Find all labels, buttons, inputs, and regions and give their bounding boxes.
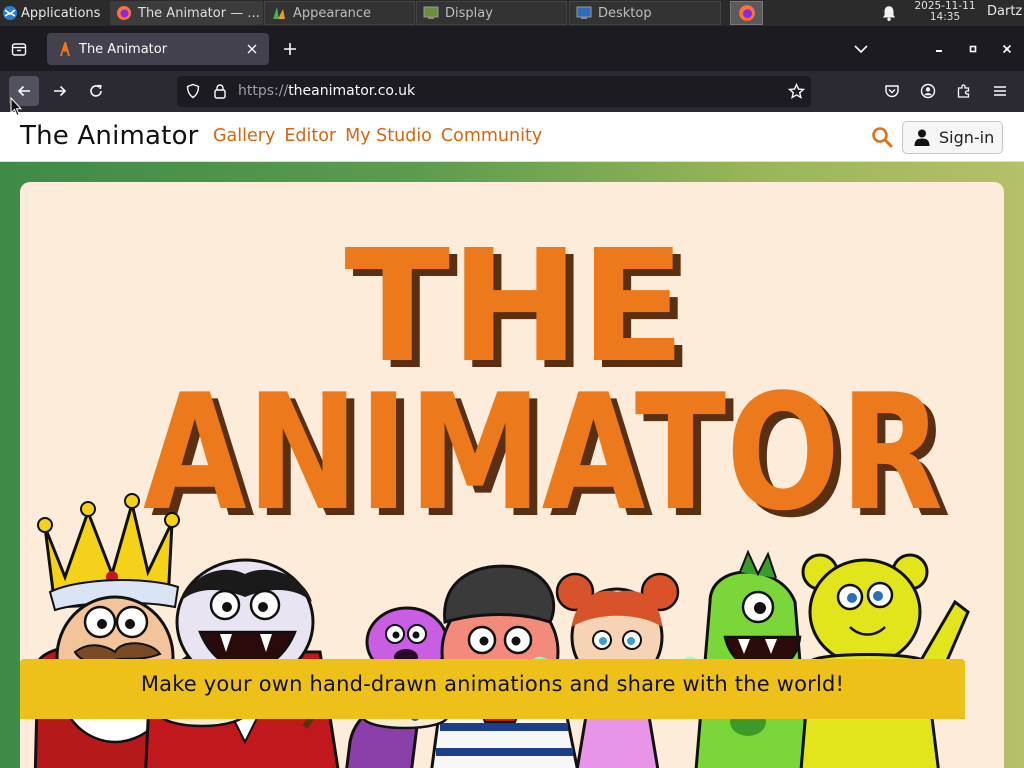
sign-in-label: Sign-in [939,128,995,147]
tab-title: The Animator [79,41,168,57]
web-page: The Animator Gallery Editor My Studio Co… [0,112,1024,768]
maximize-icon [969,45,977,53]
site-brand[interactable]: The Animator [20,121,199,151]
os-taskbar: Applications The Animator — ... Appearan… [0,0,1024,26]
nav-community[interactable]: Community [441,126,542,146]
new-tab-button[interactable] [279,38,301,60]
search-icon [872,127,893,148]
url-scheme: https:// [238,83,289,99]
browser-navbar: https://theanimator.co.uk [0,71,1024,112]
firefox-icon [738,5,755,21]
site-header: The Animator Gallery Editor My Studio Co… [0,112,1024,162]
clock[interactable]: 2025-11-11 14:35 [906,1,984,23]
task-label: Display [445,5,493,21]
firefox-view-icon [11,43,27,56]
url-bar[interactable]: https://theanimator.co.uk [177,76,811,107]
tab-the-animator[interactable]: The Animator [47,33,269,65]
close-icon [1002,44,1012,54]
maximize-button[interactable] [962,38,984,60]
task-desktop[interactable]: Desktop [569,1,721,25]
chevron-down-icon [854,45,868,54]
task-display[interactable]: Display [416,1,567,25]
task-firefox[interactable]: The Animator — ... [110,1,263,25]
applications-menu[interactable]: Applications [0,0,110,26]
list-all-tabs-button[interactable] [850,38,872,60]
clock-time: 14:35 [929,11,961,23]
site-nav: Gallery Editor My Studio Community [213,126,542,146]
nav-my-studio[interactable]: My Studio [345,126,432,146]
appearance-icon [273,7,285,19]
nav-editor[interactable]: Editor [284,126,336,146]
hero-title-line2: ANIMATOR [143,359,943,546]
site-search-button[interactable] [869,124,895,150]
mouse-cursor-icon [10,97,22,117]
firefox-launcher[interactable] [730,1,763,25]
hero-tagline: Make your own hand-drawn animations and … [20,659,965,719]
firefox-view-button[interactable] [7,38,31,60]
extensions-button[interactable] [949,76,979,106]
task-label: The Animator — ... [138,5,260,21]
task-appearance[interactable]: Appearance [264,1,415,25]
pocket-icon [885,85,899,98]
account-icon [920,83,936,99]
tab-close-button[interactable] [243,40,261,58]
arrow-right-icon [54,85,67,97]
xfce-logo-icon [3,6,17,20]
desktop-icon [576,6,592,19]
task-label: Appearance [293,5,372,21]
browser-tabbar: The Animator [0,26,1024,71]
app-menu-button[interactable] [985,76,1015,106]
lock-icon[interactable] [212,83,228,99]
pocket-button[interactable] [877,76,907,106]
bookmark-star-icon[interactable] [788,83,805,100]
plus-icon [284,43,296,55]
close-icon [247,44,257,54]
site-favicon-icon [60,42,70,56]
account-button[interactable] [913,76,943,106]
applications-label: Applications [21,5,101,21]
reload-button[interactable] [81,76,111,106]
task-label: Desktop [598,5,652,21]
forward-button[interactable] [45,76,75,106]
minimize-icon [936,50,942,52]
nav-gallery[interactable]: Gallery [213,126,275,146]
notification-bell-icon[interactable] [880,4,898,22]
hamburger-menu-icon [994,86,1006,96]
reload-icon [90,84,102,97]
tracking-shield-icon[interactable] [185,83,201,99]
sign-in-button[interactable]: Sign-in [902,121,1003,154]
puzzle-icon [957,84,970,98]
close-window-button[interactable] [996,38,1018,60]
firefox-icon [117,6,131,20]
minimize-button[interactable] [928,38,950,60]
user-icon [914,129,930,146]
url-text[interactable]: https://theanimator.co.uk [238,83,415,99]
url-host: theanimator.co.uk [288,83,416,99]
user-menu[interactable]: Dartz [987,4,1022,19]
display-icon [423,6,439,19]
